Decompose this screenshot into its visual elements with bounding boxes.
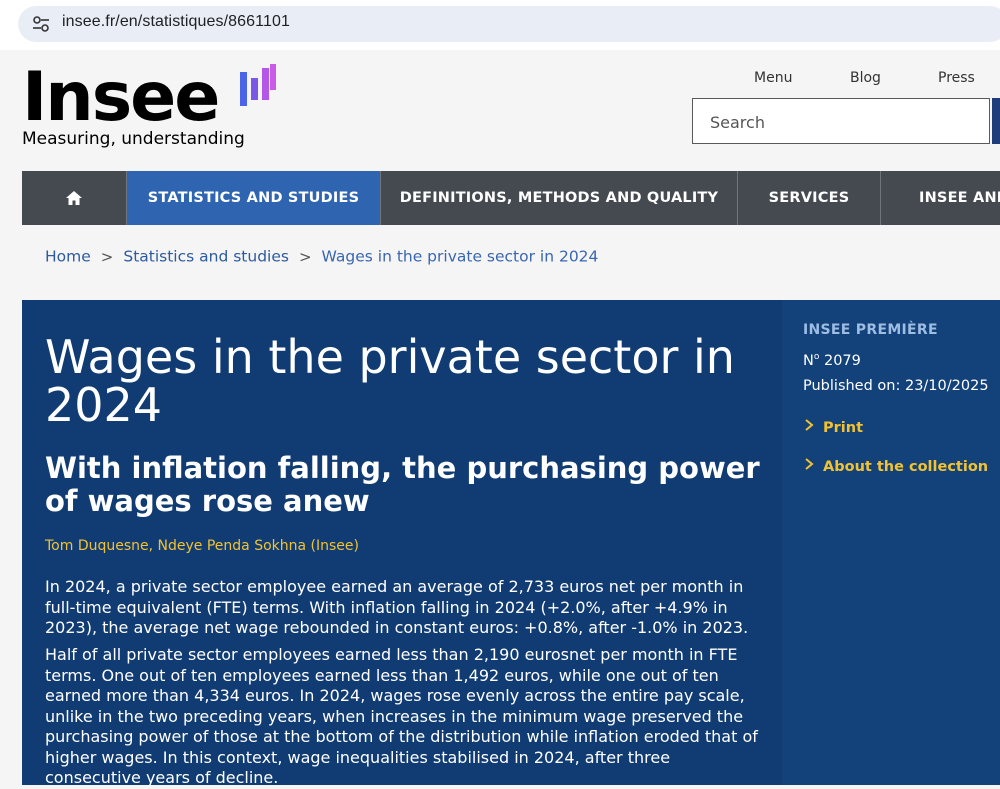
breadcrumb-current: Wages in the private sector in 2024: [321, 247, 599, 266]
page-subtitle: With inflation falling, the purchasing p…: [45, 451, 760, 518]
print-link[interactable]: Print: [803, 418, 863, 436]
publication-date: Published on: 23/10/2025: [803, 378, 989, 394]
search-box: [692, 98, 990, 145]
blog-link[interactable]: Blog: [850, 70, 881, 86]
url-text[interactable]: insee.fr/en/statistiques/8661101: [62, 13, 290, 31]
publication-number: No 2079: [803, 352, 861, 369]
press-link[interactable]: Press: [938, 70, 975, 86]
breadcrumb: Home > Statistics and studies > Wages in the…: [45, 247, 598, 266]
logo-tagline: Measuring, understanding: [22, 129, 245, 149]
summary-paragraph-2: Half of all private sector employees ear…: [45, 645, 758, 787]
chevron-right-icon: >: [298, 247, 312, 266]
authors: Tom Duquesne, Ndeye Penda Sokhna (Insee): [45, 538, 359, 554]
menu-link[interactable]: Menu: [754, 70, 792, 86]
nav-statistics-and-studies[interactable]: STATISTICS AND STUDIES: [127, 171, 381, 225]
page-title: Wages in the private sector in 2024: [45, 330, 735, 432]
nav-home[interactable]: [22, 171, 127, 225]
browser-address-bar: insee.fr/en/statistiques/8661101: [0, 0, 1000, 50]
home-icon: [66, 191, 82, 205]
site-settings-icon[interactable]: [31, 14, 51, 34]
chevron-right-icon: [805, 419, 814, 431]
chevron-right-icon: [805, 458, 814, 470]
summary-paragraph-1: In 2024, a private sector employee earne…: [45, 577, 749, 637]
nav-services[interactable]: SERVICES: [738, 171, 881, 225]
nav-definitions-methods-quality[interactable]: DEFINITIONS, METHODS AND QUALITY: [381, 171, 738, 225]
insee-logo[interactable]: Insee: [22, 62, 220, 134]
breadcrumb-statistics[interactable]: Statistics and studies: [123, 248, 289, 266]
logo-bars-icon: [240, 64, 276, 106]
breadcrumb-home[interactable]: Home: [45, 248, 91, 266]
about-collection-link[interactable]: About the collection: [803, 457, 988, 475]
nav-insee-and[interactable]: INSEE AND: [881, 171, 1000, 225]
publication-sidebar: INSEE PREMIÈRE No 2079 Published on: 23/…: [782, 300, 1000, 785]
main-nav: STATISTICS AND STUDIES DEFINITIONS, METH…: [22, 171, 1000, 225]
search-button[interactable]: [992, 98, 1000, 144]
chevron-right-icon: >: [100, 247, 114, 266]
search-input[interactable]: [693, 99, 982, 145]
collection-name: INSEE PREMIÈRE: [803, 322, 938, 338]
